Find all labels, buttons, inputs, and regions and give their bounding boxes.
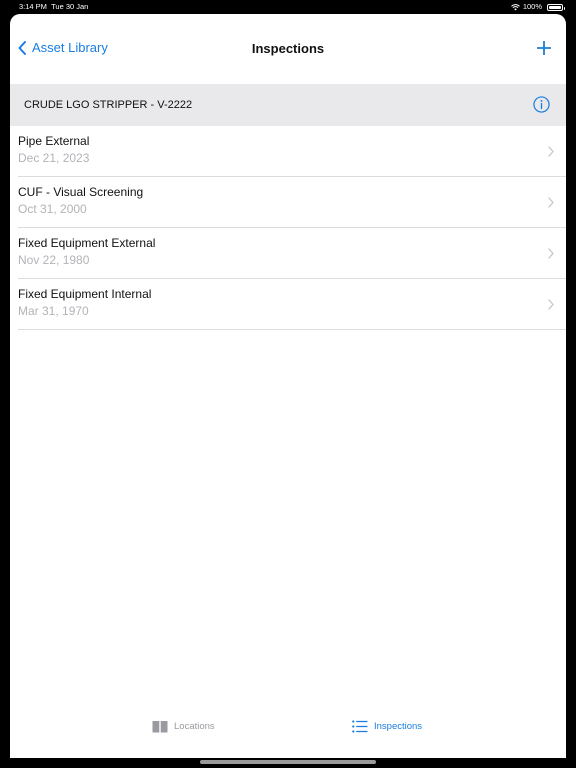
status-bar: 3:14 PM Tue 30 Jan 100% — [0, 0, 576, 14]
app-sheet: Asset Library Inspections CRUDE LGO STRI… — [10, 14, 566, 758]
row-divider — [18, 329, 566, 330]
tab-locations-label: Locations — [174, 721, 215, 732]
tab-bar: Locations Inspections — [10, 704, 566, 752]
chevron-right-icon — [548, 248, 554, 259]
status-date: Tue 30 Jan — [51, 2, 89, 11]
list-icon — [352, 720, 368, 733]
asset-header: CRUDE LGO STRIPPER - V-2222 — [10, 84, 566, 126]
battery-icon — [547, 4, 565, 11]
inspection-title: CUF - Visual Screening — [18, 185, 144, 199]
inspection-row-pipe-external[interactable]: Pipe External Dec 21, 2023 — [10, 126, 566, 177]
inspection-row-fixed-equipment-internal[interactable]: Fixed Equipment Internal Mar 31, 1970 — [10, 279, 566, 330]
inspection-date: Dec 21, 2023 — [18, 151, 90, 165]
inspection-title: Fixed Equipment Internal — [18, 287, 152, 301]
page-title: Inspections — [251, 41, 325, 56]
chevron-right-icon — [548, 299, 554, 310]
tab-locations[interactable]: Locations — [152, 720, 215, 733]
navigation-bar: Asset Library Inspections — [10, 14, 566, 84]
inspection-date: Nov 22, 1980 — [18, 253, 90, 267]
inspection-title: Fixed Equipment External — [18, 236, 156, 250]
inspection-title: Pipe External — [18, 134, 90, 148]
inspection-list: Pipe External Dec 21, 2023 CUF - Visual … — [10, 126, 566, 330]
info-icon[interactable] — [533, 96, 550, 113]
tab-inspections-label: Inspections — [374, 721, 423, 732]
asset-name: CRUDE LGO STRIPPER - V-2222 — [24, 99, 193, 111]
inspection-date: Oct 31, 2000 — [18, 202, 87, 216]
inspection-date: Mar 31, 1970 — [18, 304, 89, 318]
inspection-row-fixed-equipment-external[interactable]: Fixed Equipment External Nov 22, 1980 — [10, 228, 566, 279]
battery-fill — [549, 6, 561, 9]
inspection-row-cuf-visual-screening[interactable]: CUF - Visual Screening Oct 31, 2000 — [10, 177, 566, 228]
status-right: 100% — [510, 0, 542, 14]
chevron-right-icon — [548, 197, 554, 208]
plus-icon[interactable] — [537, 41, 551, 55]
home-indicator[interactable] — [200, 760, 376, 764]
status-clock: 3:14 PM — [19, 2, 47, 11]
tab-inspections[interactable]: Inspections — [352, 720, 422, 733]
battery-percent: 100% — [522, 2, 542, 11]
status-time: 3:14 PM Tue 30 Jan — [19, 0, 88, 14]
chevron-right-icon — [548, 146, 554, 157]
wifi-icon — [510, 3, 520, 10]
book-icon — [152, 721, 168, 733]
